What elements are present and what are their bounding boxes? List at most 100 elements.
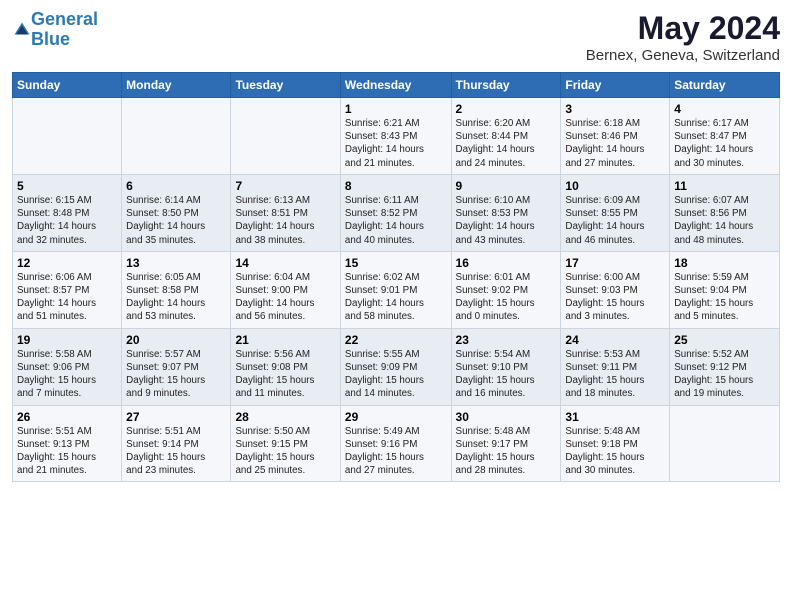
day-number: 19 — [17, 333, 117, 347]
calendar-cell: 7Sunrise: 6:13 AM Sunset: 8:51 PM Daylig… — [231, 174, 340, 251]
day-info: Sunrise: 5:48 AM Sunset: 9:18 PM Dayligh… — [565, 425, 665, 478]
day-info: Sunrise: 6:11 AM Sunset: 8:52 PM Dayligh… — [345, 194, 447, 247]
day-number: 1 — [345, 102, 447, 116]
day-number: 8 — [345, 179, 447, 193]
calendar-cell: 3Sunrise: 6:18 AM Sunset: 8:46 PM Daylig… — [561, 98, 670, 175]
day-number: 16 — [456, 256, 557, 270]
day-info: Sunrise: 5:55 AM Sunset: 9:09 PM Dayligh… — [345, 348, 447, 401]
day-info: Sunrise: 6:20 AM Sunset: 8:44 PM Dayligh… — [456, 117, 557, 170]
day-info: Sunrise: 6:14 AM Sunset: 8:50 PM Dayligh… — [126, 194, 226, 247]
day-info: Sunrise: 6:04 AM Sunset: 9:00 PM Dayligh… — [235, 271, 335, 324]
day-info: Sunrise: 6:18 AM Sunset: 8:46 PM Dayligh… — [565, 117, 665, 170]
calendar-week-row: 1Sunrise: 6:21 AM Sunset: 8:43 PM Daylig… — [13, 98, 780, 175]
day-number: 10 — [565, 179, 665, 193]
day-number: 11 — [674, 179, 775, 193]
day-number: 23 — [456, 333, 557, 347]
day-info: Sunrise: 6:15 AM Sunset: 8:48 PM Dayligh… — [17, 194, 117, 247]
calendar-cell — [231, 98, 340, 175]
weekday-header: Saturday — [670, 73, 780, 98]
calendar-cell: 4Sunrise: 6:17 AM Sunset: 8:47 PM Daylig… — [670, 98, 780, 175]
calendar-cell — [670, 405, 780, 482]
day-number: 30 — [456, 410, 557, 424]
day-number: 31 — [565, 410, 665, 424]
day-number: 13 — [126, 256, 226, 270]
calendar-cell: 24Sunrise: 5:53 AM Sunset: 9:11 PM Dayli… — [561, 328, 670, 405]
calendar-cell — [13, 98, 122, 175]
calendar-cell: 25Sunrise: 5:52 AM Sunset: 9:12 PM Dayli… — [670, 328, 780, 405]
page-container: General Blue May 2024 Bernex, Geneva, Sw… — [0, 0, 792, 492]
day-number: 17 — [565, 256, 665, 270]
calendar-cell: 21Sunrise: 5:56 AM Sunset: 9:08 PM Dayli… — [231, 328, 340, 405]
calendar-cell: 23Sunrise: 5:54 AM Sunset: 9:10 PM Dayli… — [451, 328, 561, 405]
weekday-header: Thursday — [451, 73, 561, 98]
weekday-header: Monday — [122, 73, 231, 98]
weekday-header: Friday — [561, 73, 670, 98]
day-number: 6 — [126, 179, 226, 193]
calendar-week-row: 12Sunrise: 6:06 AM Sunset: 8:57 PM Dayli… — [13, 251, 780, 328]
calendar-table: SundayMondayTuesdayWednesdayThursdayFrid… — [12, 72, 780, 482]
day-number: 14 — [235, 256, 335, 270]
day-number: 4 — [674, 102, 775, 116]
day-number: 25 — [674, 333, 775, 347]
day-info: Sunrise: 5:49 AM Sunset: 9:16 PM Dayligh… — [345, 425, 447, 478]
day-info: Sunrise: 6:02 AM Sunset: 9:01 PM Dayligh… — [345, 271, 447, 324]
calendar-cell: 31Sunrise: 5:48 AM Sunset: 9:18 PM Dayli… — [561, 405, 670, 482]
day-info: Sunrise: 5:57 AM Sunset: 9:07 PM Dayligh… — [126, 348, 226, 401]
day-number: 26 — [17, 410, 117, 424]
day-number: 12 — [17, 256, 117, 270]
calendar-cell: 16Sunrise: 6:01 AM Sunset: 9:02 PM Dayli… — [451, 251, 561, 328]
logo-line2: Blue — [31, 29, 70, 49]
day-number: 7 — [235, 179, 335, 193]
title-block: May 2024 Bernex, Geneva, Switzerland — [586, 10, 780, 64]
logo-icon — [13, 21, 31, 39]
calendar-cell: 18Sunrise: 5:59 AM Sunset: 9:04 PM Dayli… — [670, 251, 780, 328]
calendar-cell: 27Sunrise: 5:51 AM Sunset: 9:14 PM Dayli… — [122, 405, 231, 482]
calendar-week-row: 26Sunrise: 5:51 AM Sunset: 9:13 PM Dayli… — [13, 405, 780, 482]
day-number: 27 — [126, 410, 226, 424]
calendar-cell: 12Sunrise: 6:06 AM Sunset: 8:57 PM Dayli… — [13, 251, 122, 328]
calendar-cell: 2Sunrise: 6:20 AM Sunset: 8:44 PM Daylig… — [451, 98, 561, 175]
header: General Blue May 2024 Bernex, Geneva, Sw… — [12, 10, 780, 64]
day-number: 18 — [674, 256, 775, 270]
day-number: 9 — [456, 179, 557, 193]
logo: General Blue — [12, 10, 98, 50]
calendar-header-row: SundayMondayTuesdayWednesdayThursdayFrid… — [13, 73, 780, 98]
day-info: Sunrise: 5:59 AM Sunset: 9:04 PM Dayligh… — [674, 271, 775, 324]
day-info: Sunrise: 6:17 AM Sunset: 8:47 PM Dayligh… — [674, 117, 775, 170]
calendar-cell: 5Sunrise: 6:15 AM Sunset: 8:48 PM Daylig… — [13, 174, 122, 251]
day-number: 15 — [345, 256, 447, 270]
day-info: Sunrise: 6:10 AM Sunset: 8:53 PM Dayligh… — [456, 194, 557, 247]
day-info: Sunrise: 6:06 AM Sunset: 8:57 PM Dayligh… — [17, 271, 117, 324]
calendar-cell: 29Sunrise: 5:49 AM Sunset: 9:16 PM Dayli… — [340, 405, 451, 482]
calendar-week-row: 19Sunrise: 5:58 AM Sunset: 9:06 PM Dayli… — [13, 328, 780, 405]
calendar-cell: 10Sunrise: 6:09 AM Sunset: 8:55 PM Dayli… — [561, 174, 670, 251]
day-info: Sunrise: 5:53 AM Sunset: 9:11 PM Dayligh… — [565, 348, 665, 401]
day-number: 21 — [235, 333, 335, 347]
calendar-cell: 19Sunrise: 5:58 AM Sunset: 9:06 PM Dayli… — [13, 328, 122, 405]
day-number: 28 — [235, 410, 335, 424]
day-info: Sunrise: 6:13 AM Sunset: 8:51 PM Dayligh… — [235, 194, 335, 247]
calendar-cell: 26Sunrise: 5:51 AM Sunset: 9:13 PM Dayli… — [13, 405, 122, 482]
calendar-cell: 1Sunrise: 6:21 AM Sunset: 8:43 PM Daylig… — [340, 98, 451, 175]
day-info: Sunrise: 5:51 AM Sunset: 9:14 PM Dayligh… — [126, 425, 226, 478]
calendar-cell: 20Sunrise: 5:57 AM Sunset: 9:07 PM Dayli… — [122, 328, 231, 405]
day-number: 22 — [345, 333, 447, 347]
logo-line1: General — [31, 9, 98, 29]
calendar-cell: 13Sunrise: 6:05 AM Sunset: 8:58 PM Dayli… — [122, 251, 231, 328]
day-info: Sunrise: 6:09 AM Sunset: 8:55 PM Dayligh… — [565, 194, 665, 247]
day-number: 29 — [345, 410, 447, 424]
calendar-cell: 9Sunrise: 6:10 AM Sunset: 8:53 PM Daylig… — [451, 174, 561, 251]
calendar-cell: 6Sunrise: 6:14 AM Sunset: 8:50 PM Daylig… — [122, 174, 231, 251]
day-number: 5 — [17, 179, 117, 193]
calendar-week-row: 5Sunrise: 6:15 AM Sunset: 8:48 PM Daylig… — [13, 174, 780, 251]
day-number: 3 — [565, 102, 665, 116]
calendar-cell: 11Sunrise: 6:07 AM Sunset: 8:56 PM Dayli… — [670, 174, 780, 251]
day-number: 20 — [126, 333, 226, 347]
logo-text: General Blue — [31, 10, 98, 50]
weekday-header: Sunday — [13, 73, 122, 98]
calendar-cell: 14Sunrise: 6:04 AM Sunset: 9:00 PM Dayli… — [231, 251, 340, 328]
day-number: 24 — [565, 333, 665, 347]
day-info: Sunrise: 5:52 AM Sunset: 9:12 PM Dayligh… — [674, 348, 775, 401]
day-info: Sunrise: 6:01 AM Sunset: 9:02 PM Dayligh… — [456, 271, 557, 324]
day-info: Sunrise: 5:56 AM Sunset: 9:08 PM Dayligh… — [235, 348, 335, 401]
